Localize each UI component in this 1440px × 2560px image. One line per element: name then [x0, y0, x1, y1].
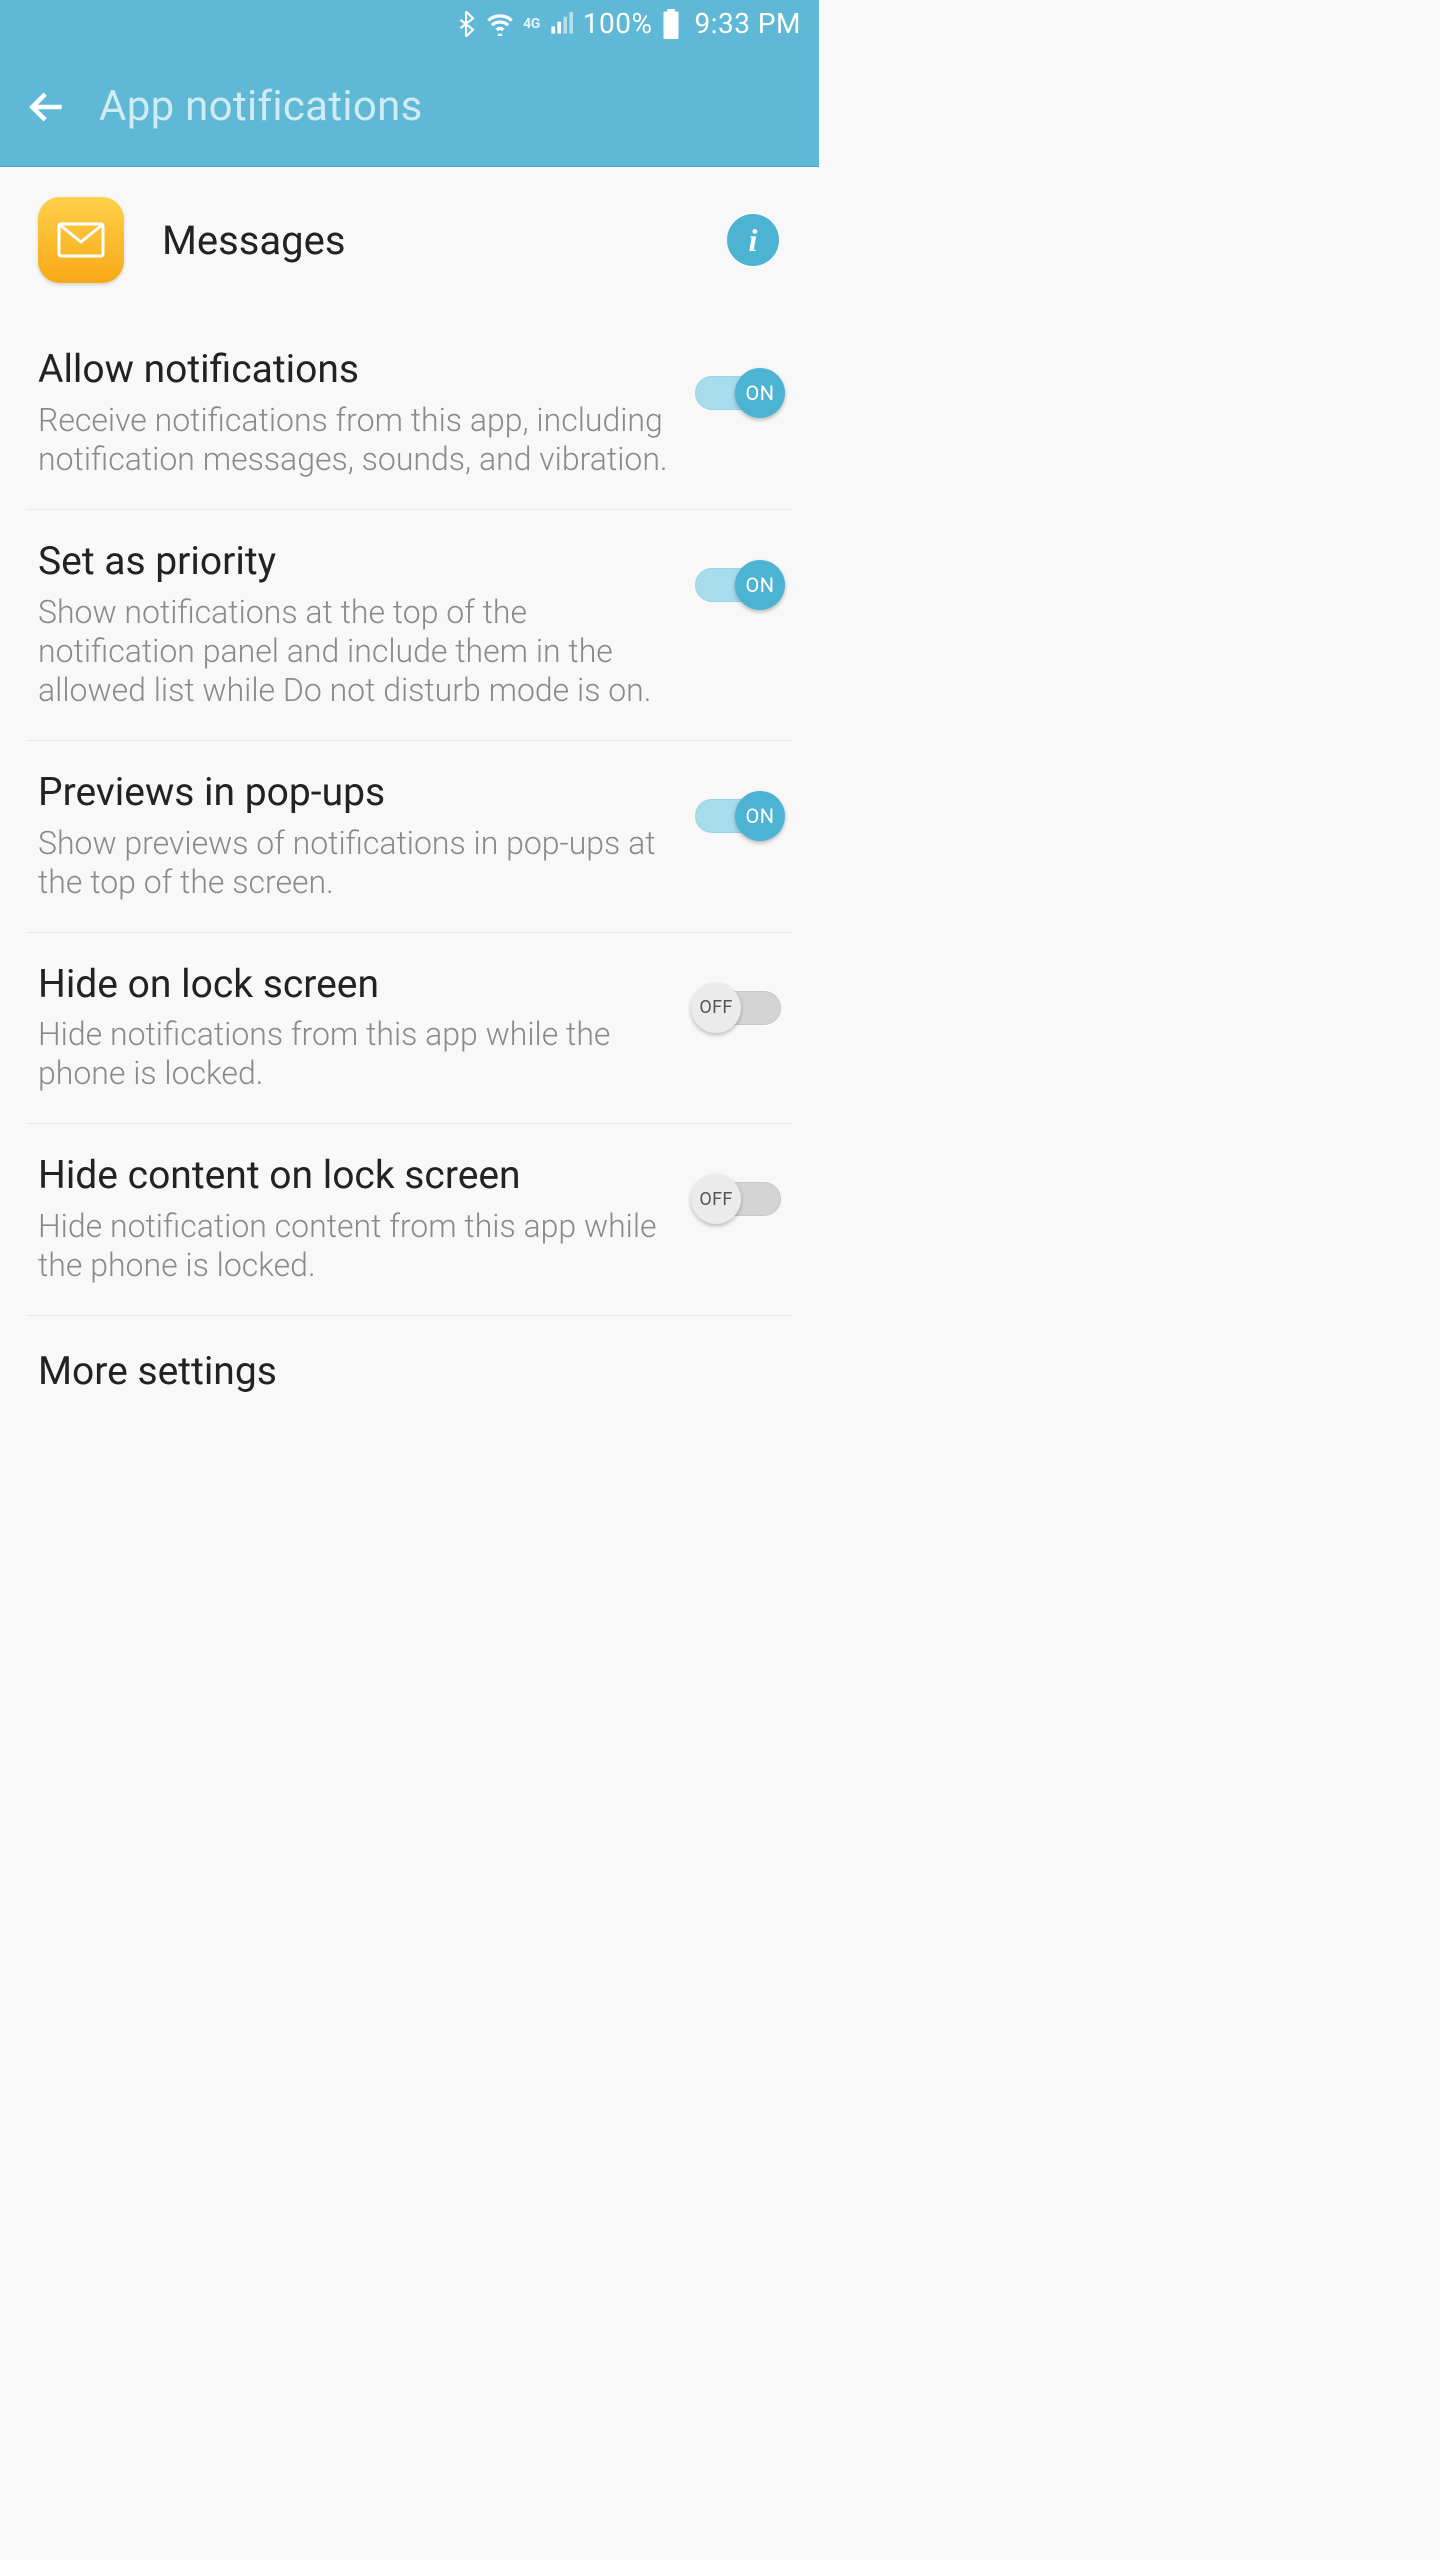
- signal-icon: [549, 12, 573, 36]
- setting-title: Previews in pop-ups: [38, 769, 677, 816]
- wifi-icon: [486, 12, 514, 36]
- toggle-label: OFF: [699, 997, 732, 1018]
- top-app-bar: App notifications: [0, 47, 819, 167]
- toggle-set-as-priority[interactable]: ON: [695, 563, 781, 597]
- setting-previews-in-popups[interactable]: Previews in pop-ups Show previews of not…: [26, 741, 793, 933]
- status-bar: 4G 100% 9:33 PM: [0, 0, 819, 47]
- toggle-allow-notifications[interactable]: ON: [695, 371, 781, 405]
- back-icon[interactable]: [25, 85, 69, 129]
- app-name: Messages: [162, 217, 727, 264]
- setting-title: Allow notifications: [38, 346, 677, 393]
- setting-desc: Show previews of notifications in pop-up…: [38, 824, 677, 902]
- info-icon[interactable]: i: [727, 214, 779, 266]
- clock: 9:33 PM: [694, 7, 801, 40]
- setting-desc: Hide notifications from this app while t…: [38, 1015, 677, 1093]
- toggle-previews-in-popups[interactable]: ON: [695, 794, 781, 828]
- setting-title: Set as priority: [38, 538, 677, 585]
- page-title: App notifications: [99, 82, 423, 131]
- battery-icon: [662, 9, 680, 39]
- toggle-label: ON: [745, 804, 774, 828]
- toggle-label: ON: [745, 381, 774, 405]
- toggle-label: OFF: [699, 1189, 732, 1210]
- settings-list: Allow notifications Receive notification…: [0, 318, 819, 1404]
- toggle-hide-content-on-lock-screen[interactable]: OFF: [695, 1177, 781, 1211]
- status-icons: 4G: [455, 10, 573, 38]
- setting-desc: Receive notifications from this app, inc…: [38, 401, 677, 479]
- network-4g-icon: 4G: [523, 16, 540, 32]
- setting-title: Hide on lock screen: [38, 961, 677, 1008]
- more-settings-label: More settings: [38, 1348, 781, 1394]
- bluetooth-icon: [455, 10, 477, 38]
- more-settings-link[interactable]: More settings: [26, 1316, 793, 1404]
- setting-set-as-priority[interactable]: Set as priority Show notifications at th…: [26, 510, 793, 741]
- toggle-hide-on-lock-screen[interactable]: OFF: [695, 986, 781, 1020]
- setting-title: Hide content on lock screen: [38, 1152, 677, 1199]
- setting-allow-notifications[interactable]: Allow notifications Receive notification…: [26, 318, 793, 510]
- setting-desc: Hide notification content from this app …: [38, 1207, 677, 1285]
- setting-hide-content-on-lock-screen[interactable]: Hide content on lock screen Hide notific…: [26, 1124, 793, 1316]
- messages-app-icon: [38, 197, 124, 283]
- setting-desc: Show notifications at the top of the not…: [38, 593, 677, 710]
- app-header: Messages i: [0, 167, 819, 318]
- battery-percentage: 100%: [583, 7, 653, 40]
- setting-hide-on-lock-screen[interactable]: Hide on lock screen Hide notifications f…: [26, 933, 793, 1125]
- toggle-label: ON: [745, 573, 774, 597]
